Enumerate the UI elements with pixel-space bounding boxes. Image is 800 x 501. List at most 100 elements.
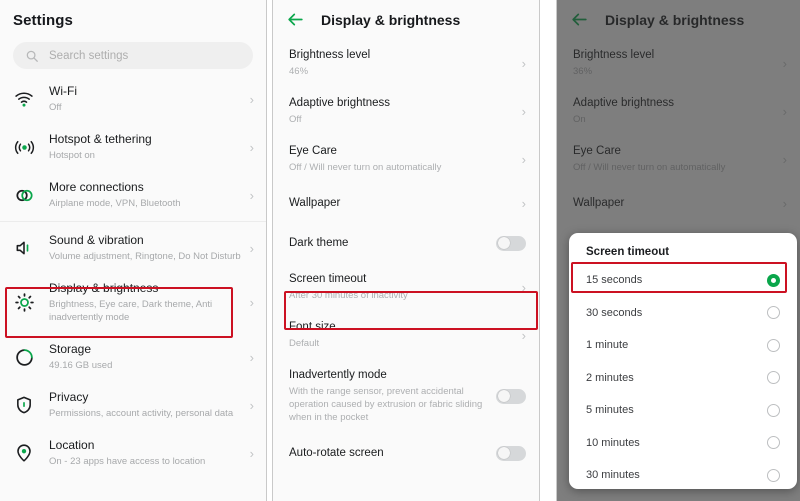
radio-button[interactable] [767,371,780,385]
option-30-seconds[interactable]: 30 seconds [569,297,797,330]
list-item-subtitle: On - 23 apps have access to location [49,456,206,467]
list-item-title: Sound & vibration [49,233,144,247]
dark-theme-toggle[interactable] [496,235,526,251]
row-inadvertently-mode[interactable]: Inadvertently mode With the range sensor… [273,359,539,433]
option-label: 5 minutes [586,404,634,417]
list-item-text: Sound & vibration Volume adjustment, Rin… [49,233,242,263]
list-item-title: Location [49,438,95,452]
row-brightness-level[interactable]: Brightness level 46% › [273,39,539,87]
search-placeholder: Search settings [49,49,129,62]
list-item-title: Display & brightness [49,281,159,295]
row-text: Inadvertently mode With the range sensor… [289,368,496,424]
chevron-right-icon: › [521,327,526,343]
radio-button[interactable] [767,403,780,417]
chevron-right-icon: › [249,187,254,203]
row-title: Brightness level [289,49,371,61]
chevron-right-icon: › [249,295,254,310]
display-brightness-panel: Display & brightness Brightness level 46… [272,0,540,501]
row-subtitle: 46% [289,66,309,77]
dialog-title: Screen timeout [586,246,670,258]
option-1-minute[interactable]: 1 minute [569,329,797,362]
row-text: Screen timeout After 30 minutes of inact… [289,272,514,302]
option-label: 15 seconds [586,274,643,287]
back-arrow-icon[interactable] [286,10,305,29]
list-item-title: Storage [49,342,92,356]
chevron-right-icon: › [521,151,526,167]
list-item-subtitle: Volume adjustment, Ringtone, Do Not Dist… [49,251,241,262]
chevron-right-icon: › [521,103,526,119]
list-item-title: Wi-Fi [49,84,77,98]
option-label: 2 minutes [586,371,634,384]
radio-button[interactable] [767,306,780,320]
radio-button-selected[interactable] [767,273,780,287]
row-adaptive-brightness[interactable]: Adaptive brightness Off › [273,87,539,135]
list-item-text: Wi-Fi Off [49,84,242,114]
display-settings-list: Brightness level 46% › Adaptive brightne… [273,39,539,473]
sidebar-item-display-brightness[interactable]: Display & brightness Brightness, Eye car… [0,272,266,333]
location-pin-icon [13,442,35,464]
list-item-text: Privacy Permissions, account activity, p… [49,390,242,420]
row-title: Font size [289,321,336,333]
sidebar-item-privacy[interactable]: Privacy Permissions, account activity, p… [0,381,266,429]
more-connections-icon [13,184,35,206]
option-10-minutes[interactable]: 10 minutes [569,427,797,460]
list-item-text: Display & brightness Brightness, Eye car… [49,281,242,324]
sidebar-item-location[interactable]: Location On - 23 apps have access to loc… [0,429,266,477]
chevron-right-icon: › [249,445,254,461]
row-title: Auto-rotate screen [289,446,384,459]
row-text: Auto-rotate screen [289,446,496,461]
option-label: 30 minutes [586,469,640,482]
row-dark-theme[interactable]: Dark theme [273,223,539,263]
option-5-minutes[interactable]: 5 minutes [569,394,797,427]
row-eye-care[interactable]: Eye Care Off / Will never turn on automa… [273,135,539,183]
list-item-subtitle: Hotspot on [49,150,95,161]
screen-timeout-dialog-panel: Display & brightness Brightness level 36… [556,0,800,501]
list-item-text: More connections Airplane mode, VPN, Blu… [49,180,242,210]
storage-icon [13,346,35,368]
sidebar-item-storage[interactable]: Storage 49.16 GB used › [0,333,266,381]
sidebar-item-sound[interactable]: Sound & vibration Volume adjustment, Rin… [0,224,266,272]
chevron-right-icon: › [521,279,526,295]
hotspot-icon [13,136,35,158]
option-30-minutes[interactable]: 30 minutes [569,459,797,489]
chevron-right-icon: › [249,397,254,413]
app-bar-title: Display & brightness [321,11,461,28]
sidebar-item-more-connections[interactable]: More connections Airplane mode, VPN, Blu… [0,171,266,219]
page-title: Settings [13,12,73,29]
list-item-title: More connections [49,180,144,194]
list-item-title: Privacy [49,390,89,404]
privacy-shield-icon [13,394,35,416]
row-subtitle: Off / Will never turn on automatically [289,162,442,173]
row-text: Brightness level 46% [289,48,514,78]
screen-timeout-dialog: Screen timeout 15 seconds 30 seconds 1 m… [569,233,797,489]
option-2-minutes[interactable]: 2 minutes [569,362,797,395]
row-auto-rotate-screen[interactable]: Auto-rotate screen [273,433,539,473]
option-15-seconds[interactable]: 15 seconds [569,264,797,297]
row-font-size[interactable]: Font size Default › [273,311,539,359]
row-subtitle: With the range sensor, prevent accidenta… [289,386,483,423]
search-input[interactable]: Search settings [13,42,253,69]
list-item-text: Hotspot & tethering Hotspot on [49,132,242,162]
row-title: Wallpaper [289,196,341,209]
row-title: Adaptive brightness [289,97,391,109]
option-label: 30 seconds [586,306,643,319]
auto-rotate-toggle[interactable] [496,445,526,461]
sidebar-item-wifi[interactable]: Wi-Fi Off › [0,75,266,123]
search-icon [25,49,39,63]
radio-button[interactable] [767,338,780,352]
list-item-title: Hotspot & tethering [49,132,152,146]
inadvertently-mode-toggle[interactable] [496,388,526,404]
row-subtitle: Default [289,338,320,349]
list-item-subtitle: Airplane mode, VPN, Bluetooth [49,198,181,209]
list-item-text: Location On - 23 apps have access to loc… [49,438,242,468]
row-text: Eye Care Off / Will never turn on automa… [289,144,514,174]
radio-button[interactable] [767,436,780,450]
row-wallpaper[interactable]: Wallpaper › [273,183,539,223]
settings-panel: Settings Search settings Wi-Fi Off › Hot… [0,0,267,501]
list-item-subtitle: Permissions, account activity, personal … [49,408,234,419]
screenshot-stage: Settings Search settings Wi-Fi Off › Hot… [0,0,800,501]
sidebar-item-hotspot[interactable]: Hotspot & tethering Hotspot on › [0,123,266,171]
row-screen-timeout[interactable]: Screen timeout After 30 minutes of inact… [273,263,539,311]
row-title: Eye Care [289,145,337,157]
radio-button[interactable] [767,468,780,482]
